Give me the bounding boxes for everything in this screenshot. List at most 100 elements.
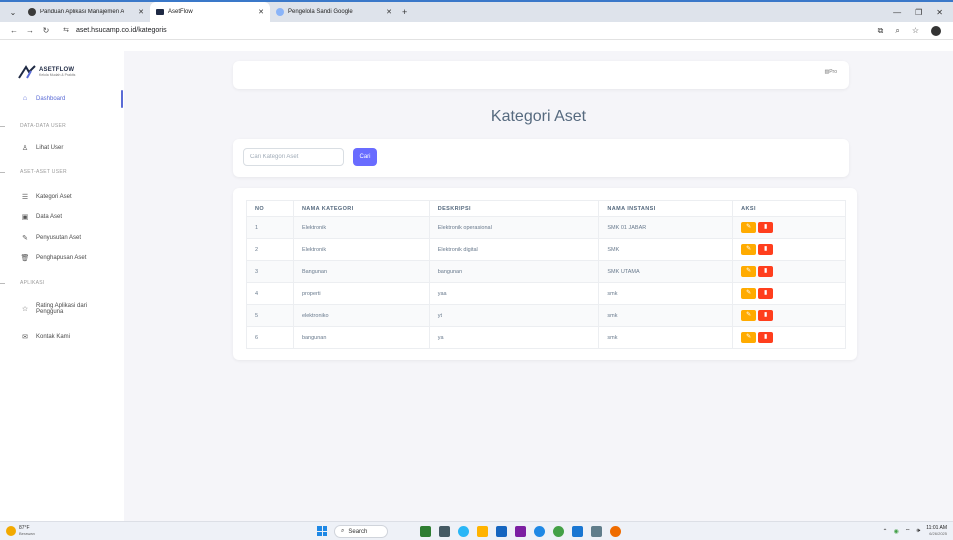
sidebar-item-label: Penghapusan Aset [36,255,87,261]
main-content: ▨Pro Kategori Aset Cari NO NAMA KATEGORI… [124,51,953,521]
close-icon[interactable]: ✕ [132,8,144,16]
weather-widget[interactable]: 87°F Berawan [6,526,35,536]
site-info-icon[interactable]: ⇆ [60,26,72,36]
bookmark-star-icon[interactable]: ☆ [912,26,919,35]
delete-button[interactable]: ▮ [758,266,774,277]
user-icon: ♙ [21,145,29,152]
sidebar-item-penghapusan-aset[interactable]: 🗑 Penghapusan Aset [20,254,87,262]
translate-icon[interactable]: ⧉ [878,26,884,36]
back-icon[interactable]: ← [6,26,22,35]
chrome-icon[interactable] [553,526,564,537]
header-no: NO [246,200,294,217]
app-icon-1[interactable] [420,526,431,537]
page-title: Kategori Aset [490,108,587,125]
cell-no: 3 [246,260,294,283]
tab-asetflow[interactable]: AsetFlow ✕ [150,2,270,22]
sidebar-item-data-aset[interactable]: ▣ Data Aset [20,213,62,221]
cell-deskripsi: Elektronik digital [428,238,600,261]
edit-button[interactable]: ✎ [741,288,757,299]
app-icon-6[interactable] [515,526,526,537]
sidebar-item-kategori-aset[interactable]: ☰ Kategori Aset [20,193,72,201]
cell-deskripsi: Elektronik operasional [428,216,600,239]
sidebar-item-rating[interactable]: ☆ Rating Aplikasi dari Pengguna [20,303,87,315]
chevron-up-icon[interactable]: ⌃ [883,528,888,535]
clock[interactable]: 11:01 AM 6/26/2025 [926,525,947,537]
browser-window: ⌄ Panduan Aplikasi Manajemen A ✕ AsetFlo… [0,0,953,540]
close-window-icon[interactable]: ✕ [936,8,943,17]
app-icon-3[interactable] [458,526,469,537]
avatar[interactable]: ▨Pro [824,69,837,75]
table-card: NO NAMA KATEGORI DESKRIPSI NAMA INSTANSI… [233,188,857,360]
sidebar-item-dashboard[interactable]: ⌂ Dashboard [20,95,65,102]
table-header-row: NO NAMA KATEGORI DESKRIPSI NAMA INSTANSI… [246,200,846,217]
header-nama-kategori: NAMA KATEGORI [292,200,430,217]
tab-label: AsetFlow [168,9,193,15]
app-icon-2[interactable] [439,526,450,537]
pencil-icon: ✎ [22,235,28,242]
app-icon-11[interactable] [610,526,621,537]
sidebar-item-label: Pengguna [36,309,64,315]
edit-button[interactable]: ✎ [741,244,757,255]
tab-panduan[interactable]: Panduan Aplikasi Manajemen A ✕ [22,2,150,22]
zoom-icon[interactable]: ⌕ [895,26,899,36]
edit-button[interactable]: ✎ [741,222,757,233]
cell-no: 5 [246,304,294,327]
taskbar-search[interactable]: ⌕ Search [334,525,388,538]
delete-button[interactable]: ▮ [758,288,774,299]
network-icon[interactable]: ⌔ [905,527,911,535]
search-icon: ⌕ [341,528,345,534]
clock-date: 6/26/2025 [929,531,947,536]
sidebar-item-kontak-kami[interactable]: ✉ Kontak Kami [20,333,70,341]
windows-taskbar: 87°F Berawan ⌕ Search ⌃ ◉ ⌔ 🕪 11:01 AM 6… [0,521,953,540]
search-card: Cari [233,139,849,177]
delete-button[interactable]: ▮ [758,222,774,233]
search-button[interactable]: Cari [353,148,377,166]
sidebar-item-penyusutan-aset[interactable]: ✎ Penyusutan Aset [20,234,81,242]
close-icon[interactable]: ✕ [380,8,392,16]
header-nama-instansi: NAMA INSTANSI [598,200,734,217]
close-icon[interactable]: ✕ [252,8,264,16]
table-row: 3 Bangunan bangunan SMK UTAMA ✎ ▮ [246,260,846,283]
restore-icon[interactable]: ❐ [915,8,922,17]
forward-icon[interactable]: → [22,26,38,35]
cell-instansi: smk [598,282,734,305]
delete-button[interactable]: ▮ [758,244,774,255]
brand-logo[interactable]: ASETFLOW Kelola Mudah & Praktis [18,65,75,79]
file-explorer-icon[interactable] [477,526,488,537]
app-icon-10[interactable] [591,526,602,537]
cell-deskripsi: yt [428,304,600,327]
windows-start-icon[interactable] [317,526,327,536]
section-header-user: DATA-DATA USER [20,123,67,129]
tray-app-icon[interactable]: ◉ [894,528,899,535]
cell-aksi: ✎ ▮ [732,216,846,239]
profile-icon[interactable] [931,25,941,36]
tab-pengelola-sandi[interactable]: Pengelola Sandi Google ✕ [270,2,398,22]
sidebar: ASETFLOW Kelola Mudah & Praktis ⌂ Dashbo… [0,51,124,521]
kategori-table: NO NAMA KATEGORI DESKRIPSI NAMA INSTANSI… [246,200,846,349]
minimize-icon[interactable]: — [893,8,901,17]
cell-instansi: SMK UTAMA [598,260,734,283]
cell-deskripsi: ya [428,326,600,349]
tab-search-icon[interactable]: ⌄ [4,3,22,21]
reload-icon[interactable]: ↻ [38,26,54,35]
asetflow-icon [156,9,164,15]
edge-icon[interactable] [534,526,545,537]
weather-condition: Berawan [19,531,35,536]
list-icon: ☰ [21,194,29,201]
sidebar-item-lihat-user[interactable]: ♙ Lihat User [20,144,64,152]
calendar-icon: ▣ [21,214,29,221]
cell-nama: Bangunan [292,260,430,283]
delete-button[interactable]: ▮ [758,332,774,343]
search-input[interactable] [243,148,344,166]
volume-icon[interactable]: 🕪 [916,528,920,535]
table-row: 2 Elektronik Elektronik digital SMK ✎ ▮ [246,238,846,261]
delete-button[interactable]: ▮ [758,310,774,321]
vscode-icon[interactable] [572,526,583,537]
edit-button[interactable]: ✎ [741,266,757,277]
address-bar[interactable]: aset.hsucamp.co.id/kategoris [76,27,167,34]
edit-button[interactable]: ✎ [741,332,757,343]
new-tab-button[interactable]: + [402,7,407,17]
app-icon-5[interactable] [496,526,507,537]
edit-button[interactable]: ✎ [741,310,757,321]
header-aksi: AKSI [732,200,846,217]
